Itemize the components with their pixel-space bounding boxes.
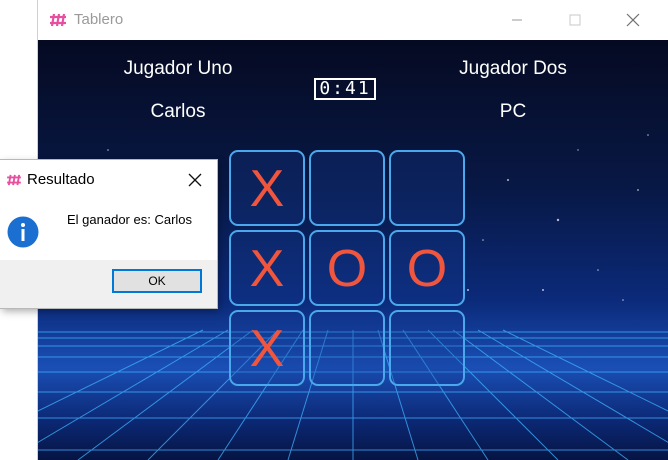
close-button[interactable]: [610, 6, 656, 34]
close-icon: [626, 13, 640, 27]
board-cell-1-1[interactable]: X: [229, 150, 305, 226]
ok-button[interactable]: OK: [112, 269, 202, 293]
title-bar: Tablero: [38, 0, 668, 40]
info-icon: [7, 216, 39, 248]
app-logo-icon: [50, 13, 66, 27]
player1-title: Jugador Uno: [123, 58, 233, 79]
close-icon: [188, 173, 202, 187]
dialog-title: Resultado: [27, 171, 95, 188]
player1-name: Carlos: [150, 101, 206, 122]
board-cell-2-2[interactable]: O: [309, 230, 385, 306]
player2-name: PC: [499, 101, 527, 122]
maximize-icon: [569, 14, 581, 26]
board-cell-1-2[interactable]: [309, 150, 385, 226]
tic-tac-toe-board: X X O O X: [229, 150, 471, 392]
app-logo-icon: [7, 174, 21, 186]
maximize-button[interactable]: [552, 6, 598, 34]
board-cell-2-1[interactable]: X: [229, 230, 305, 306]
game-timer: 0:41: [314, 78, 376, 100]
dialog-message: El ganador es: Carlos: [67, 212, 193, 227]
board-cell-3-2[interactable]: [309, 310, 385, 386]
minimize-icon: [512, 19, 522, 21]
dialog-title-bar: Resultado: [0, 160, 217, 198]
dialog-close-button[interactable]: [182, 168, 208, 192]
minimize-button[interactable]: [494, 6, 540, 34]
board-cell-3-1[interactable]: X: [229, 310, 305, 386]
board-cell-1-3[interactable]: [389, 150, 465, 226]
result-dialog: Resultado El ganador es: Carlos OK: [0, 160, 217, 308]
player2-title: Jugador Dos: [459, 58, 567, 79]
window-title: Tablero: [74, 11, 124, 28]
board-cell-3-3[interactable]: [389, 310, 465, 386]
board-cell-2-3[interactable]: O: [389, 230, 465, 306]
